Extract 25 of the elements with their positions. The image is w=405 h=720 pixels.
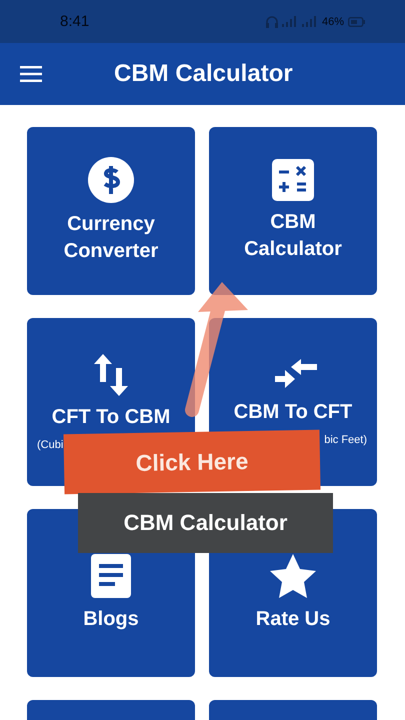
up-down-arrows-icon	[93, 354, 129, 396]
caption-toast: CBM Calculator	[78, 493, 333, 553]
tile-subtitle: bic Feet)	[324, 434, 367, 446]
signal-icon	[302, 16, 318, 27]
signal-icon	[282, 16, 298, 27]
tile-subtitle: (Cubi	[37, 438, 64, 450]
battery-percent: 46%	[322, 16, 344, 28]
tile-title: Currency Converter	[64, 212, 158, 264]
tile-title: CFT To CBM	[52, 404, 170, 430]
tile-title: CBM To CFT	[234, 400, 352, 424]
status-time: 8:41	[60, 13, 90, 30]
battery-icon	[348, 16, 365, 26]
tile-title: CBM Calculator	[244, 210, 342, 262]
menu-tile[interactable]: Currency Converter	[27, 127, 195, 295]
tile-title: Blogs	[83, 606, 139, 632]
menu-icon[interactable]	[20, 66, 42, 82]
document-icon	[91, 554, 131, 598]
dollar-icon	[88, 157, 134, 203]
headphones-icon	[266, 16, 278, 28]
tile-title: Rate Us	[256, 606, 330, 632]
menu-tile[interactable]: CBM Calculator	[209, 127, 377, 295]
click-here-toast: Click Here	[64, 430, 320, 494]
calculator-icon	[272, 159, 314, 201]
star-icon	[270, 554, 316, 598]
app-title: CBM Calculator	[114, 60, 293, 88]
